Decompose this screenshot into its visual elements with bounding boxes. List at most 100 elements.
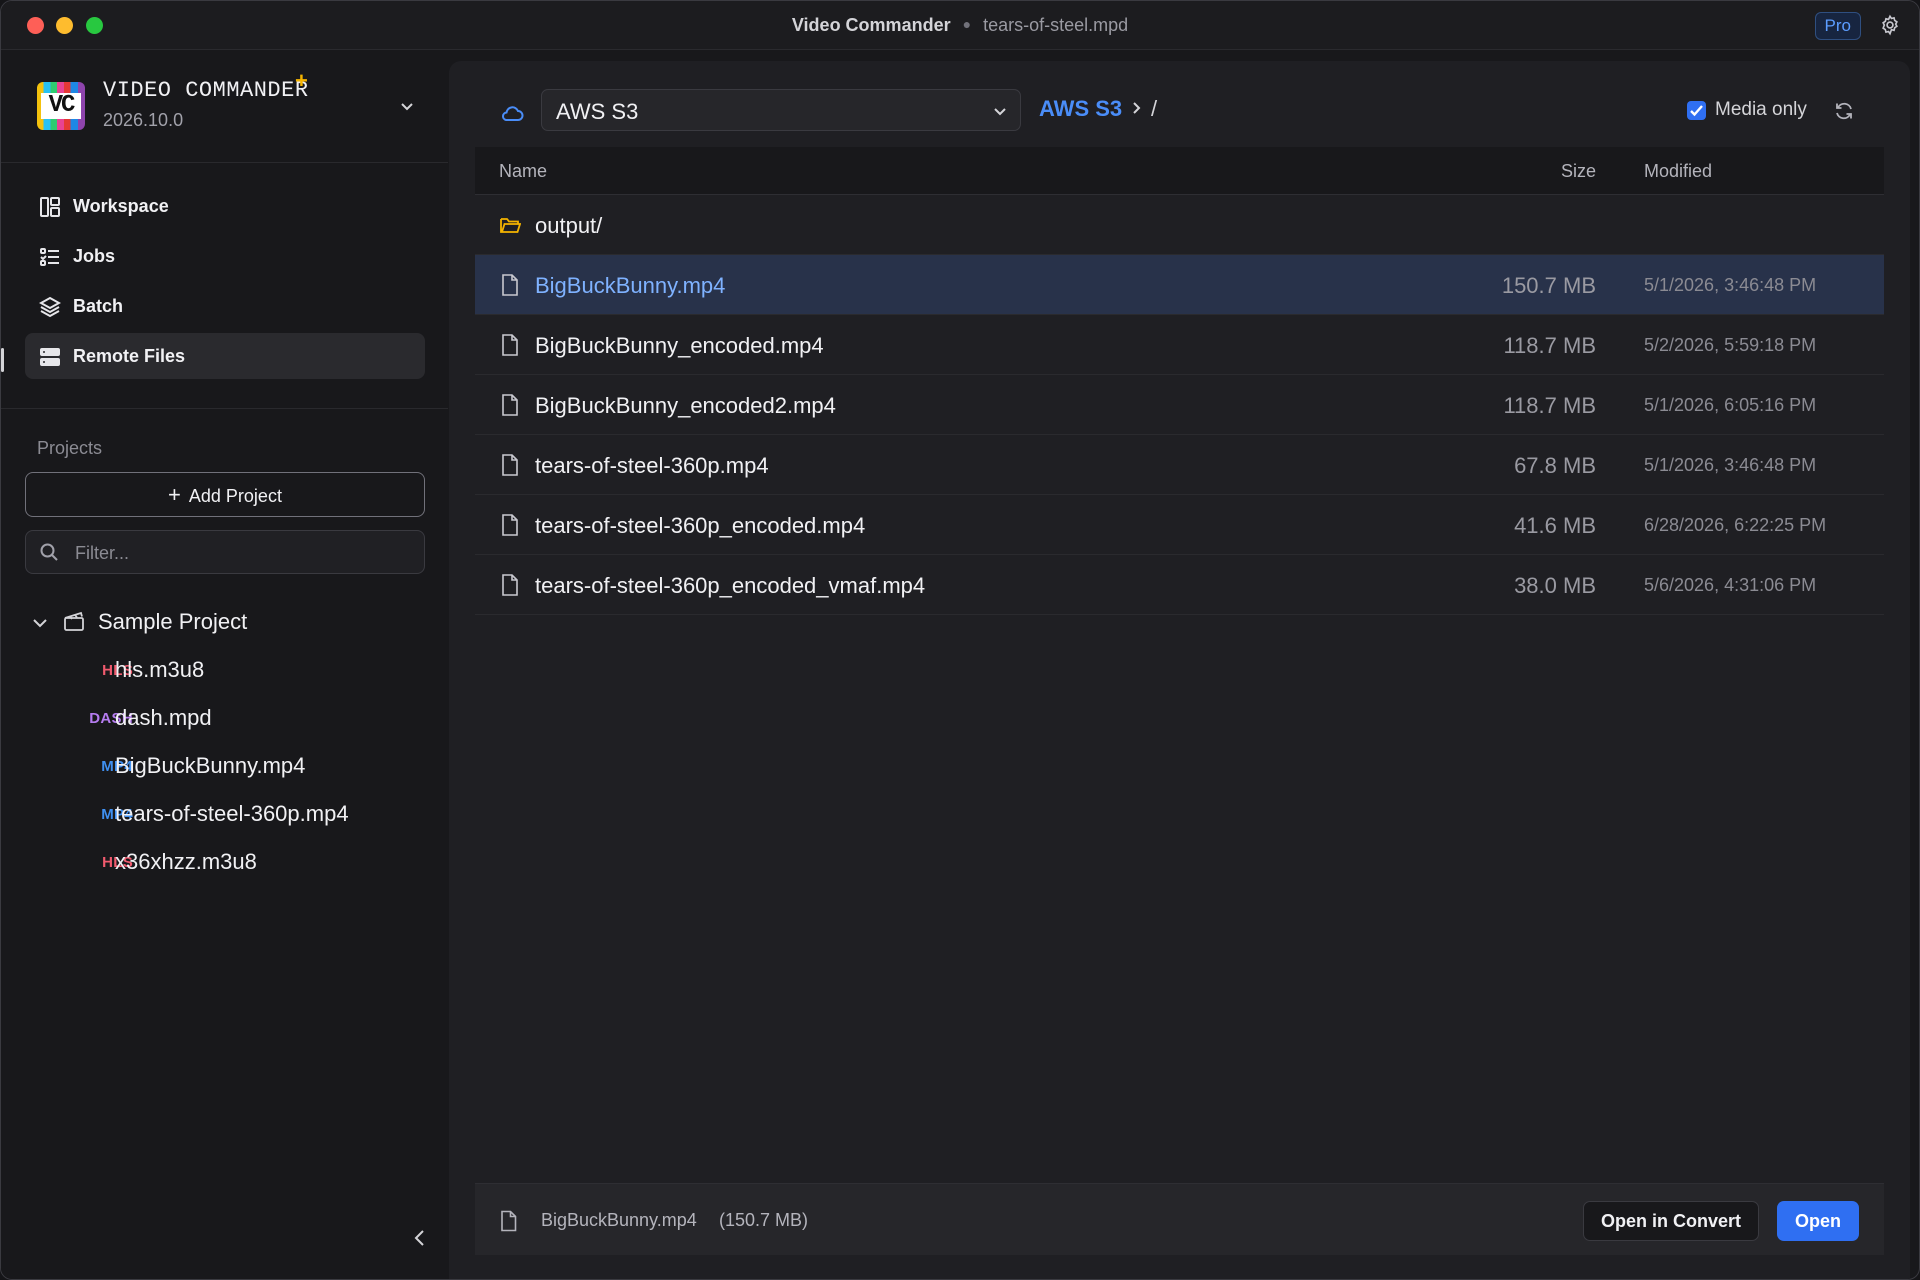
project-file-item[interactable]: HLS x36xhzz.m3u8 bbox=[31, 846, 431, 878]
gear-icon[interactable] bbox=[1879, 14, 1901, 36]
cloud-icon bbox=[502, 106, 524, 121]
project-file-item[interactable]: MP4 BigBuckBunny.mp4 bbox=[31, 750, 431, 782]
sidebar: VC VIDEO COMMANDER + 2026.10.0 Workspace… bbox=[1, 50, 448, 1279]
app-name: VIDEO COMMANDER bbox=[103, 78, 309, 103]
project-tree-item[interactable]: Sample Project bbox=[31, 608, 431, 638]
nav-label: Workspace bbox=[73, 196, 169, 216]
project-filter-input[interactable]: Filter... bbox=[25, 530, 425, 574]
row-name: BigBuckBunny_encoded2.mp4 bbox=[535, 393, 836, 418]
active-nav-indicator bbox=[1, 348, 4, 372]
breadcrumb-path[interactable]: / bbox=[1151, 96, 1157, 122]
row-name: tears-of-steel-360p_encoded.mp4 bbox=[535, 513, 866, 538]
project-file-label: x36xhzz.m3u8 bbox=[115, 849, 257, 874]
file-row[interactable]: tears-of-steel-360p.mp4 67.8 MB 5/1/2026… bbox=[475, 435, 1884, 495]
row-name: BigBuckBunny.mp4 bbox=[535, 273, 726, 298]
logo-text: VC bbox=[41, 93, 81, 119]
column-header-modified[interactable]: Modified bbox=[1644, 161, 1712, 182]
row-modified: 6/28/2026, 6:22:25 PM bbox=[1644, 515, 1827, 535]
row-modified: 5/1/2026, 6:05:16 PM bbox=[1644, 395, 1817, 415]
row-size: 67.8 MB bbox=[1514, 453, 1596, 478]
divider bbox=[1, 408, 448, 409]
row-size: 41.6 MB bbox=[1514, 513, 1596, 538]
plus-icon: + bbox=[168, 482, 181, 507]
title-separator: ● bbox=[962, 16, 972, 32]
row-name: BigBuckBunny_encoded.mp4 bbox=[535, 333, 824, 358]
folder-icon bbox=[500, 218, 521, 233]
app-logo: VC bbox=[37, 82, 85, 130]
selection-footer: BigBuckBunny.mp4 (150.7 MB) Open in Conv… bbox=[475, 1183, 1884, 1255]
app-version: 2026.10.0 bbox=[103, 110, 184, 130]
file-row[interactable]: BigBuckBunny_encoded2.mp4 118.7 MB 5/1/2… bbox=[475, 375, 1884, 435]
chevron-down-icon[interactable] bbox=[31, 614, 49, 632]
remote-files-panel: AWS S3 AWS S3 / Media only Name Size Mod… bbox=[449, 61, 1910, 1279]
source-value: AWS S3 bbox=[556, 99, 639, 124]
open-button[interactable]: Open bbox=[1777, 1201, 1859, 1241]
document-title: tears-of-steel.mpd bbox=[983, 15, 1129, 35]
title-bar: Video Commander ● tears-of-steel.mpd Pro bbox=[1, 1, 1919, 50]
row-name: output/ bbox=[535, 213, 603, 238]
list-icon bbox=[40, 248, 59, 266]
file-icon bbox=[502, 334, 518, 356]
row-modified: 5/2/2026, 5:59:18 PM bbox=[1644, 335, 1817, 355]
collapse-sidebar-icon[interactable] bbox=[411, 1229, 429, 1247]
filter-placeholder: Filter... bbox=[75, 543, 130, 563]
chevron-right-icon bbox=[1133, 102, 1141, 114]
nav-item-workspace[interactable]: Workspace bbox=[25, 183, 425, 229]
search-icon bbox=[40, 543, 58, 561]
chevron-down-icon bbox=[994, 108, 1006, 116]
add-project-button[interactable]: + Add Project bbox=[25, 472, 425, 517]
selected-file-name: BigBuckBunny.mp4 bbox=[541, 1210, 697, 1230]
clapperboard-icon bbox=[64, 611, 84, 631]
file-row[interactable]: BigBuckBunny.mp4 150.7 MB 5/1/2026, 3:46… bbox=[475, 255, 1884, 315]
column-header-size[interactable]: Size bbox=[1561, 161, 1596, 182]
folder-row[interactable]: output/ bbox=[475, 195, 1884, 255]
file-icon bbox=[502, 394, 518, 416]
layout-icon bbox=[40, 197, 60, 217]
file-row[interactable]: tears-of-steel-360p_encoded.mp4 41.6 MB … bbox=[475, 495, 1884, 555]
project-file-item[interactable]: MP4 tears-of-steel-360p.mp4 bbox=[31, 798, 431, 830]
project-name: Sample Project bbox=[98, 609, 248, 634]
row-modified: 5/1/2026, 3:46:48 PM bbox=[1644, 455, 1817, 475]
file-icon bbox=[502, 514, 518, 536]
file-icon bbox=[502, 454, 518, 476]
pro-badge[interactable]: Pro bbox=[1814, 12, 1861, 40]
row-size: 118.7 MB bbox=[1503, 393, 1596, 418]
row-modified: 5/6/2026, 4:31:06 PM bbox=[1644, 575, 1817, 595]
project-file-item[interactable]: DASH dash.mpd bbox=[31, 702, 431, 734]
project-file-item[interactable]: HLS hls.m3u8 bbox=[31, 654, 431, 686]
refresh-icon[interactable] bbox=[1833, 100, 1855, 122]
brand-header[interactable]: VC VIDEO COMMANDER + 2026.10.0 bbox=[1, 50, 448, 163]
nav-item-batch[interactable]: Batch bbox=[25, 283, 425, 329]
table-header: Name Size Modified bbox=[475, 147, 1884, 195]
nav-label: Batch bbox=[73, 296, 124, 316]
file-row[interactable]: BigBuckBunny_encoded.mp4 118.7 MB 5/2/20… bbox=[475, 315, 1884, 375]
window-title: Video Commander ● tears-of-steel.mpd bbox=[1, 15, 1919, 36]
media-only-checkbox[interactable] bbox=[1687, 101, 1706, 120]
server-icon bbox=[40, 348, 60, 366]
app-window: Video Commander ● tears-of-steel.mpd Pro V… bbox=[0, 0, 1920, 1280]
add-project-label: Add Project bbox=[188, 486, 282, 506]
row-size: 118.7 MB bbox=[1503, 333, 1596, 358]
nav-label: Remote Files bbox=[73, 346, 186, 366]
checkmark-icon bbox=[1690, 105, 1703, 117]
nav-item-remote-files[interactable]: Remote Files bbox=[25, 333, 425, 379]
selected-file-size: (150.7 MB) bbox=[719, 1210, 809, 1230]
project-file-label: hls.m3u8 bbox=[115, 657, 205, 682]
app-title: Video Commander bbox=[791, 15, 951, 35]
open-in-convert-button[interactable]: Open in Convert bbox=[1583, 1201, 1759, 1241]
file-icon bbox=[501, 1210, 517, 1232]
column-header-name[interactable]: Name bbox=[499, 161, 547, 182]
nav-item-jobs[interactable]: Jobs bbox=[25, 233, 425, 279]
nav-label: Jobs bbox=[73, 246, 116, 266]
row-name: tears-of-steel-360p_encoded_vmaf.mp4 bbox=[535, 573, 926, 598]
source-select[interactable]: AWS S3 bbox=[541, 89, 1021, 131]
media-only-label[interactable]: Media only bbox=[1715, 99, 1807, 121]
row-modified: 5/1/2026, 3:46:48 PM bbox=[1644, 275, 1817, 295]
chevron-down-icon[interactable] bbox=[399, 98, 415, 114]
projects-heading: Projects bbox=[37, 438, 103, 458]
layers-icon bbox=[39, 296, 61, 318]
project-file-label: dash.mpd bbox=[115, 705, 212, 730]
project-file-label: tears-of-steel-360p.mp4 bbox=[115, 801, 349, 826]
file-row[interactable]: tears-of-steel-360p_encoded_vmaf.mp4 38.… bbox=[475, 555, 1884, 615]
breadcrumb-root[interactable]: AWS S3 bbox=[1039, 96, 1122, 122]
